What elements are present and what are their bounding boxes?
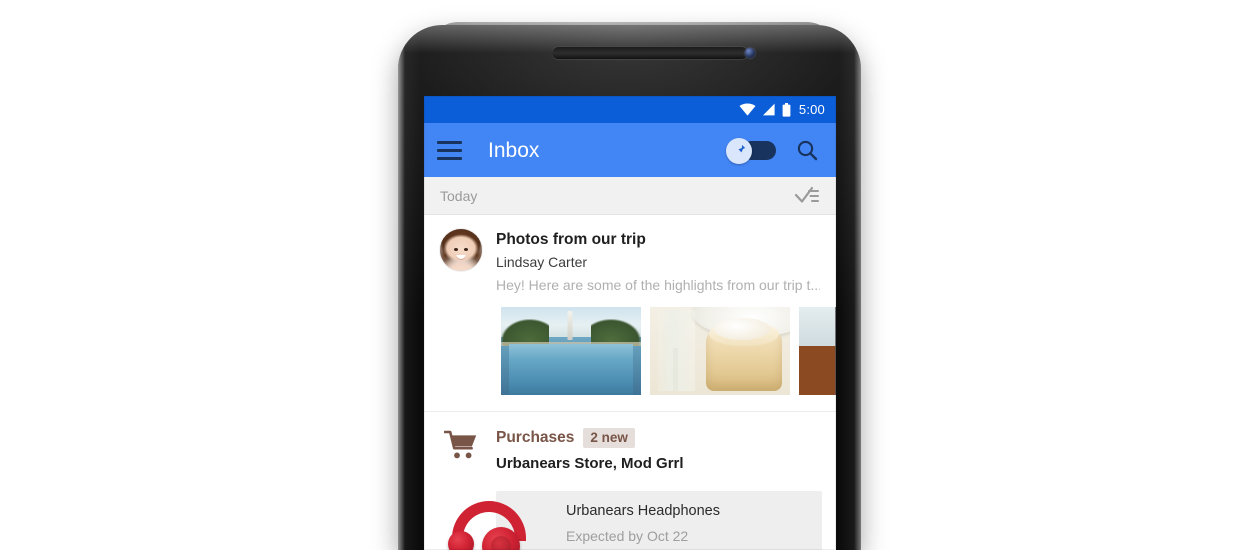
mail-header: Photos from our trip Lindsay Carter Hey!… xyxy=(424,229,836,294)
message-list: Photos from our trip Lindsay Carter Hey!… xyxy=(424,215,836,550)
bundle-header: Purchases 2 new Urbanears Store, Mod Grr… xyxy=(424,427,836,474)
today-section-header: Today xyxy=(424,177,836,215)
signal-icon xyxy=(762,103,775,116)
mail-snippet: Hey! Here are some of the highlights fro… xyxy=(496,277,820,294)
pin-toggle-knob xyxy=(726,137,752,164)
avatar[interactable] xyxy=(440,229,482,271)
pancake-dessert-photo[interactable] xyxy=(650,306,790,395)
list-item-photos-from-our-trip[interactable]: Photos from our trip Lindsay Carter Hey!… xyxy=(424,215,836,412)
status-bar: 5:00 xyxy=(424,96,836,123)
battery-icon xyxy=(782,102,791,117)
wifi-icon xyxy=(739,103,756,116)
purchase-card[interactable]: Urbanears Headphones Expected by Oct 22 … xyxy=(448,491,822,550)
status-bar-clock: 5:00 xyxy=(798,102,825,117)
front-camera-icon xyxy=(745,48,755,58)
purchase-card-text: Urbanears Headphones Expected by Oct 22 … xyxy=(496,491,822,550)
phone-screen: 5:00 Inbox Today Photos from our trip Li… xyxy=(424,96,836,550)
search-icon[interactable] xyxy=(792,135,822,165)
attachment-thumbnails xyxy=(501,306,836,395)
done-all-sweep-icon[interactable] xyxy=(794,184,822,208)
mail-sender: Lindsay Carter xyxy=(496,254,588,271)
list-item-purchases-bundle[interactable]: Purchases 2 new Urbanears Store, Mod Grr… xyxy=(424,411,836,550)
product-title: Urbanears Headphones xyxy=(566,503,720,520)
red-headphones-image xyxy=(442,497,538,550)
pin-icon xyxy=(735,144,745,156)
today-label: Today xyxy=(440,187,478,204)
autumn-window-view-photo[interactable] xyxy=(799,306,836,395)
status-badge: 2 new xyxy=(583,427,635,449)
bundle-title-row: Purchases 2 new xyxy=(496,427,820,449)
bundle-title: Purchases xyxy=(496,428,575,446)
page-title: Inbox xyxy=(488,138,540,162)
hamburger-menu-icon[interactable] xyxy=(437,133,471,167)
earpiece-speaker-icon xyxy=(552,46,748,59)
shopping-cart-icon xyxy=(440,428,482,474)
mail-subject: Photos from our trip xyxy=(496,231,646,248)
washington-monument-reflecting-pool-photo[interactable] xyxy=(501,306,641,395)
screenshot-stage: 5:00 Inbox Today Photos from our trip Li… xyxy=(0,0,1250,550)
bundle-senders: Urbanears Store, Mod Grrl xyxy=(496,455,684,473)
mail-text-block: Photos from our trip Lindsay Carter Hey!… xyxy=(496,229,820,294)
app-bar: Inbox xyxy=(424,123,836,177)
pin-toggle[interactable] xyxy=(726,137,776,164)
product-eta: Expected by Oct 22 xyxy=(566,527,689,544)
bundle-text-block: Purchases 2 new Urbanears Store, Mod Grr… xyxy=(496,427,820,474)
